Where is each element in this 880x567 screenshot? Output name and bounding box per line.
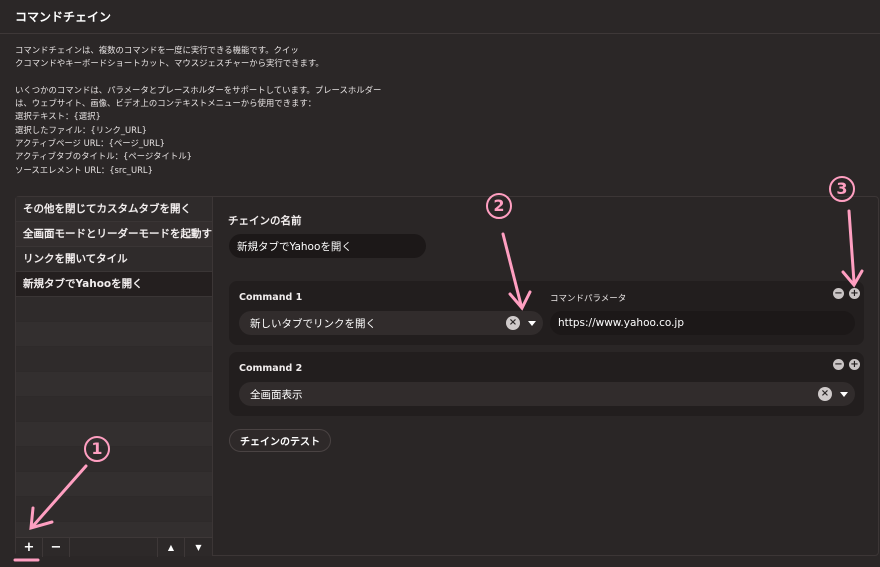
chain-list: その他を閉じてカスタムタブを開く 全画面モードとリーダーモードを起動する リンク… xyxy=(16,197,213,537)
annotation-marker: 2 xyxy=(486,193,512,219)
command-label: Command 1 xyxy=(239,292,303,303)
command-select-value: 新しいタブでリンクを開く xyxy=(250,317,376,330)
description-line: は、ウェブサイト、画像、ビデオ上のコンテキストメニューから使用できます： xyxy=(15,98,317,109)
description-line xyxy=(15,71,375,84)
description-line: 選択したファイル：{リンク_URL} xyxy=(15,124,147,135)
empty-list-row xyxy=(16,497,212,522)
empty-list-row xyxy=(16,522,212,537)
add-chain-button[interactable]: + xyxy=(16,538,43,557)
add-command-button[interactable]: + xyxy=(849,359,860,370)
command-select[interactable]: 全画面表示 × xyxy=(239,382,855,406)
list-toolbar: + − ▲ ▼ xyxy=(16,537,213,557)
chain-list-item-selected[interactable]: 新規タブでYahooを開く xyxy=(16,272,212,297)
clear-icon[interactable]: × xyxy=(506,316,520,330)
command-label: Command 2 xyxy=(239,363,303,374)
description-line: ソースエレメント URL：{src_URL} xyxy=(15,164,153,175)
page-title: コマンドチェイン xyxy=(15,10,112,24)
chevron-down-icon[interactable] xyxy=(528,321,536,326)
empty-list-row xyxy=(16,347,212,372)
empty-list-row xyxy=(16,372,212,397)
description-line: いくつかのコマンドは、パラメータとプレースホルダーをサポートしています。プレース… xyxy=(15,84,382,95)
command-2-box: Command 2 − + 全画面表示 × xyxy=(229,352,864,416)
chain-list-item[interactable]: リンクを開いてタイル xyxy=(16,247,212,272)
remove-chain-button[interactable]: − xyxy=(43,538,70,557)
empty-list-row xyxy=(16,472,212,497)
description: コマンドチェインは、複数のコマンドを一度に実行できる機能です。クイッ クコマンド… xyxy=(15,44,382,177)
command-parameter-label: コマンドパラメータ xyxy=(550,294,627,304)
chain-list-item[interactable]: その他を閉じてカスタムタブを開く xyxy=(16,197,212,222)
annotation-marker: 3 xyxy=(829,176,855,202)
description-line: アクティブページ URL：{ページ_URL} xyxy=(15,138,165,149)
command-select-value: 全画面表示 xyxy=(250,388,303,401)
annotation-marker: 1 xyxy=(84,436,110,462)
toolbar-spacer xyxy=(70,538,158,557)
clear-icon[interactable]: × xyxy=(818,387,832,401)
remove-command-button[interactable]: − xyxy=(833,288,844,299)
move-up-button[interactable]: ▲ xyxy=(158,538,185,557)
chain-name-input[interactable] xyxy=(229,234,426,258)
chain-list-item[interactable]: 全画面モードとリーダーモードを起動する xyxy=(16,222,212,247)
chain-name-label: チェインの名前 xyxy=(228,215,302,227)
command-1-box: Command 1 コマンドパラメータ − + 新しいタブでリンクを開く × xyxy=(229,281,864,345)
description-line: アクティブタブのタイトル：{ページタイトル} xyxy=(15,151,192,162)
empty-list-row xyxy=(16,422,212,447)
description-line: クコマンドやキーボードショートカット、マウスジェスチャーから実行できます。 xyxy=(15,58,324,69)
command-select[interactable]: 新しいタブでリンクを開く × xyxy=(239,311,543,335)
command-parameter-input[interactable] xyxy=(550,311,855,335)
empty-list-row xyxy=(16,397,212,422)
empty-list-row xyxy=(16,297,212,322)
remove-command-button[interactable]: − xyxy=(833,359,844,370)
header: コマンドチェイン xyxy=(0,0,880,34)
empty-list-row xyxy=(16,322,212,347)
chevron-down-icon[interactable] xyxy=(840,392,848,397)
description-line: コマンドチェインは、複数のコマンドを一度に実行できる機能です。クイッ xyxy=(15,45,299,55)
move-down-button[interactable]: ▼ xyxy=(185,538,212,557)
description-line: 選択テキスト：{選択} xyxy=(15,111,101,122)
empty-list-row xyxy=(16,447,212,472)
add-command-button[interactable]: + xyxy=(849,288,860,299)
test-chain-button[interactable]: チェインのテスト xyxy=(229,429,331,452)
